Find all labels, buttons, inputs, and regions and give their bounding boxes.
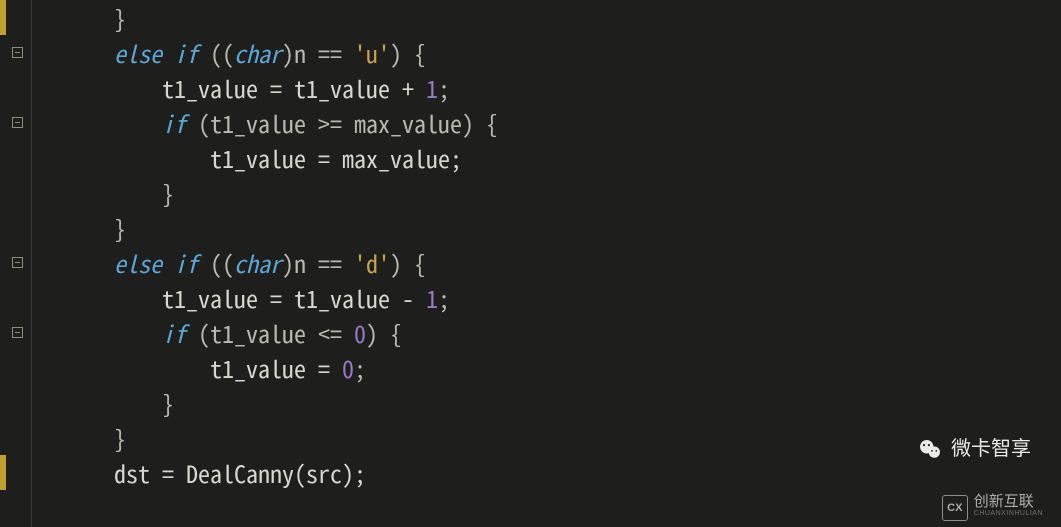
code-line[interactable]: }: [42, 385, 1061, 420]
token-str: 'u': [354, 35, 390, 70]
token-str: 'd': [354, 245, 390, 280]
code-line[interactable]: t1_value = max_value;: [42, 140, 1061, 175]
code-line[interactable]: }: [42, 210, 1061, 245]
token-p: )n ==: [282, 35, 354, 70]
token-p: }: [42, 385, 174, 420]
token-kw: if: [174, 35, 198, 70]
token-p: ) {: [366, 315, 402, 350]
token-num: 1: [426, 280, 438, 315]
token-kw: else: [114, 35, 162, 70]
token-p: [162, 245, 174, 280]
token-id: t1_value = t1_value -: [42, 280, 426, 315]
code-line[interactable]: }: [42, 175, 1061, 210]
change-marker: [0, 455, 6, 490]
token-kw: if: [174, 245, 198, 280]
token-kw: else: [114, 245, 162, 280]
fold-toggle-icon[interactable]: [12, 117, 23, 128]
token-p: [42, 245, 114, 280]
token-p: [42, 315, 162, 350]
token-p: (t1_value >= max_value) {: [186, 105, 498, 140]
token-p: ) {: [390, 245, 426, 280]
token-p: }: [42, 175, 174, 210]
wechat-watermark: 微卡智享: [917, 432, 1031, 467]
code-area[interactable]: } else if ((char)n == 'u') { t1_value = …: [32, 0, 1061, 527]
token-p: [162, 35, 174, 70]
code-line[interactable]: t1_value = t1_value + 1;: [42, 70, 1061, 105]
token-p: [42, 35, 114, 70]
token-id: dst = DealCanny(src);: [42, 455, 366, 490]
wechat-watermark-text: 微卡智享: [951, 432, 1031, 467]
code-line[interactable]: if (t1_value >= max_value) {: [42, 105, 1061, 140]
code-line[interactable]: }: [42, 420, 1061, 455]
token-type: char: [234, 245, 282, 280]
code-line[interactable]: if (t1_value <= 0) {: [42, 315, 1061, 350]
code-line[interactable]: else if ((char)n == 'u') {: [42, 35, 1061, 70]
code-line[interactable]: }: [42, 0, 1061, 35]
token-id: t1_value =: [42, 350, 342, 385]
token-p: ;: [354, 350, 366, 385]
token-p: )n ==: [282, 245, 354, 280]
brand-cn: 创新互联: [974, 496, 1043, 508]
token-p: [42, 0, 114, 35]
token-p: }: [42, 210, 126, 245]
brand-en: CHUANXINHULIAN: [974, 508, 1043, 520]
code-line[interactable]: t1_value = t1_value - 1;: [42, 280, 1061, 315]
token-type: char: [234, 35, 282, 70]
token-p: }: [114, 0, 126, 35]
code-line[interactable]: else if ((char)n == 'd') {: [42, 245, 1061, 280]
token-id: t1_value = t1_value +: [42, 70, 426, 105]
token-id: t1_value = max_value;: [42, 140, 462, 175]
token-num: 0: [342, 350, 354, 385]
token-kw: if: [162, 315, 186, 350]
token-p: ((: [198, 35, 234, 70]
fold-toggle-icon[interactable]: [12, 327, 23, 338]
token-p: }: [42, 420, 126, 455]
token-kw: if: [162, 105, 186, 140]
token-p: ;: [438, 280, 450, 315]
brand-logo: CX: [942, 495, 968, 521]
token-num: 1: [426, 70, 438, 105]
code-line[interactable]: dst = DealCanny(src);: [42, 455, 1061, 490]
token-p: [42, 105, 162, 140]
fold-toggle-icon[interactable]: [12, 47, 23, 58]
editor-gutter: [0, 0, 32, 527]
code-line[interactable]: t1_value = 0;: [42, 350, 1061, 385]
token-p: (t1_value <=: [186, 315, 354, 350]
fold-toggle-icon[interactable]: [12, 257, 23, 268]
change-marker: [0, 0, 6, 35]
token-p: ;: [438, 70, 450, 105]
token-p: ((: [198, 245, 234, 280]
brand-watermark: CX 创新互联 CHUANXINHULIAN: [942, 495, 1043, 521]
wechat-icon: [917, 437, 943, 463]
token-p: ) {: [390, 35, 426, 70]
token-num: 0: [354, 315, 366, 350]
